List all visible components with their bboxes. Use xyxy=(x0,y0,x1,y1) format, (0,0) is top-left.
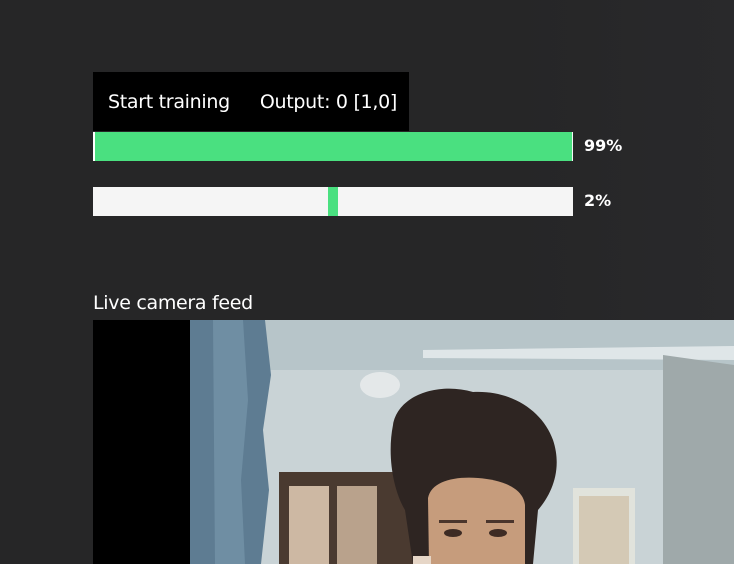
output-readout: Output: 0 [1,0] xyxy=(259,90,397,113)
class-1-confidence-fill xyxy=(328,187,338,216)
class-1-confidence-label: 2% xyxy=(584,191,612,210)
app-page: Start training Output: 0 [1,0] 99% 2% Li… xyxy=(0,0,734,564)
camera-feed-title: Live camera feed xyxy=(93,292,253,314)
class-1-confidence-bar xyxy=(93,187,573,216)
class-0-confidence-label: 99% xyxy=(584,136,623,155)
class-0-bar-start-marker xyxy=(93,132,95,161)
camera-feed xyxy=(93,320,734,564)
start-training-button[interactable]: Start training xyxy=(108,91,230,113)
camera-frame-image xyxy=(93,320,734,564)
class-0-confidence-bar xyxy=(93,132,573,161)
toolbar: Start training Output: 0 [1,0] xyxy=(93,72,409,131)
class-0-confidence-fill xyxy=(95,132,572,161)
